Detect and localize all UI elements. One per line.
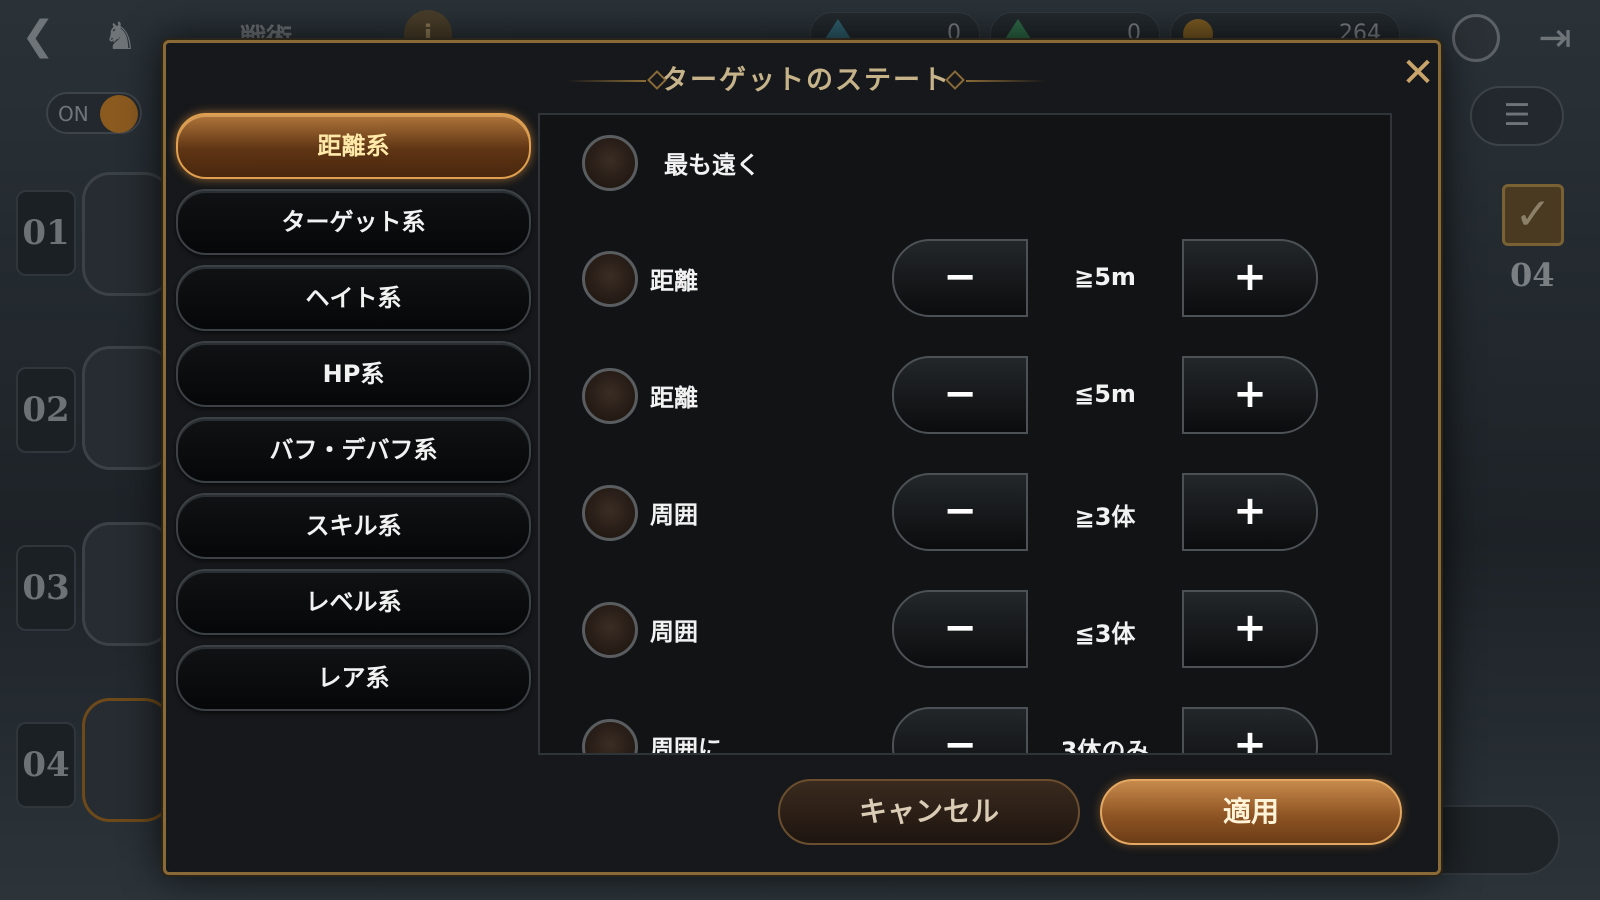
checkbox-label: 04 (1510, 256, 1555, 294)
decrement-button[interactable]: − (892, 473, 1028, 551)
slot-portrait[interactable] (82, 698, 172, 822)
option-label: 周囲 (650, 501, 698, 529)
radio-button[interactable] (582, 368, 638, 424)
auto-toggle-label: ON (58, 102, 89, 126)
option-label: 距離 (650, 267, 698, 295)
target-state-modal: ターゲットのステート ✕ 距離系 ターゲット系 ヘイト系 HP系 バフ・デバフ系… (163, 40, 1441, 875)
increment-button[interactable]: + (1182, 239, 1318, 317)
slot-portrait[interactable] (82, 172, 172, 296)
guild-emblem-icon[interactable] (1452, 14, 1500, 62)
option-value: ≧5m (1074, 263, 1136, 291)
increment-button[interactable]: + (1182, 707, 1318, 753)
category-list: 距離系 ターゲット系 ヘイト系 HP系 バフ・デバフ系 スキル系 レベル系 レア… (176, 113, 531, 721)
category-hate[interactable]: ヘイト系 (176, 265, 531, 331)
option-row-surround-le: 周囲 − ≦3体 + (540, 590, 1390, 670)
category-level[interactable]: レベル系 (176, 569, 531, 635)
radio-button[interactable] (582, 602, 638, 658)
increment-button[interactable]: + (1182, 590, 1318, 668)
slot-portrait[interactable] (82, 522, 172, 646)
option-value: 3体のみ (1060, 737, 1150, 755)
decrement-button[interactable]: − (892, 590, 1028, 668)
checkbox-icon[interactable]: ✓ (1502, 184, 1564, 246)
increment-button[interactable]: + (1182, 473, 1318, 551)
sliders-icon[interactable]: ☰ (1470, 86, 1564, 146)
slot-number[interactable]: 04 (16, 722, 76, 808)
option-row-distance-le: 距離 − ≦5m + (540, 356, 1390, 436)
slot-number[interactable]: 02 (16, 367, 76, 453)
modal-header: ターゲットのステート (566, 61, 1046, 101)
option-value: ≦5m (1074, 380, 1136, 408)
title-ornament-line (966, 80, 1046, 82)
apply-button[interactable]: 適用 (1100, 779, 1402, 845)
slot-number[interactable]: 01 (16, 190, 76, 276)
option-row-farthest: 最も遠く (540, 123, 1390, 203)
exit-icon[interactable]: ⇥ (1530, 14, 1580, 62)
category-target[interactable]: ターゲット系 (176, 189, 531, 255)
category-skill[interactable]: スキル系 (176, 493, 531, 559)
option-label: 周囲に (650, 735, 722, 755)
option-label: 距離 (650, 384, 698, 412)
option-row-distance-ge: 距離 − ≧5m + (540, 239, 1390, 319)
modal-title: ターゲットのステート (661, 65, 951, 96)
decrement-button[interactable]: − (892, 707, 1028, 753)
radio-button[interactable] (582, 135, 638, 191)
category-rare[interactable]: レア系 (176, 645, 531, 711)
decrement-button[interactable]: − (892, 239, 1028, 317)
option-row-surround-ge: 周囲 − ≧3体 + (540, 473, 1390, 553)
radio-button[interactable] (582, 719, 638, 753)
option-label: 周囲 (650, 618, 698, 646)
options-panel[interactable]: 最も遠く 距離 − ≧5m + 距離 − ≦5m + 周囲 − ≧3体 + 周囲… (538, 113, 1392, 755)
auto-toggle[interactable]: ON (46, 92, 142, 134)
back-arrow-icon[interactable]: ❮ (14, 12, 62, 60)
slot-portrait[interactable] (82, 346, 172, 470)
radio-button[interactable] (582, 485, 638, 541)
title-ornament-line (566, 80, 646, 82)
knight-icon[interactable]: ♞ (100, 14, 140, 58)
option-row-surround-only: 周囲に − 3体のみ + (540, 707, 1390, 755)
option-value: ≧3体 (1074, 503, 1136, 531)
slot-number[interactable]: 03 (16, 545, 76, 631)
category-buff-debuff[interactable]: バフ・デバフ系 (176, 417, 531, 483)
option-label: 最も遠く (664, 151, 760, 179)
category-hp[interactable]: HP系 (176, 341, 531, 407)
option-value: ≦3体 (1074, 620, 1136, 648)
radio-button[interactable] (582, 251, 638, 307)
category-distance[interactable]: 距離系 (176, 113, 531, 179)
decrement-button[interactable]: − (892, 356, 1028, 434)
toggle-knob (100, 95, 138, 133)
close-icon[interactable]: ✕ (1396, 51, 1440, 95)
cancel-button[interactable]: キャンセル (778, 779, 1080, 845)
increment-button[interactable]: + (1182, 356, 1318, 434)
